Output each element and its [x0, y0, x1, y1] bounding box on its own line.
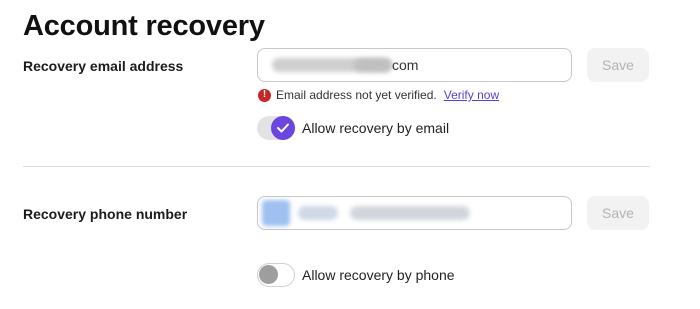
toggle-knob — [259, 265, 278, 284]
warning-text: Email address not yet verified. — [276, 88, 437, 102]
email-toggle-label: Allow recovery by email — [302, 120, 450, 136]
recovery-email-label: Recovery email address — [23, 58, 184, 74]
recovery-email-input[interactable]: com — [257, 48, 572, 82]
checkmark-icon — [277, 123, 289, 133]
page-title: Account recovery — [23, 10, 265, 42]
phone-recovery-toggle[interactable] — [257, 263, 295, 287]
phone-toggle-label: Allow recovery by phone — [302, 267, 455, 283]
error-circle-icon: ! — [258, 88, 271, 102]
email-recovery-toggle-row: Allow recovery by email — [257, 116, 449, 140]
email-warning: ! Email address not yet verified. Verify… — [258, 88, 499, 102]
redacted-phone-number — [350, 206, 470, 220]
recovery-phone-label: Recovery phone number — [23, 206, 188, 222]
save-email-button[interactable]: Save — [587, 48, 649, 82]
email-value-suffix: com — [392, 57, 419, 73]
recovery-phone-input[interactable] — [257, 196, 572, 230]
section-divider — [23, 166, 650, 167]
save-phone-button[interactable]: Save — [587, 196, 649, 230]
redacted-country-flag — [262, 200, 290, 226]
phone-recovery-toggle-row: Allow recovery by phone — [257, 263, 455, 287]
toggle-knob — [271, 116, 295, 140]
redacted-email-blur-part — [354, 58, 392, 72]
redacted-country-code — [298, 206, 338, 220]
verify-now-link[interactable]: Verify now — [444, 88, 499, 102]
email-recovery-toggle[interactable] — [257, 116, 295, 140]
